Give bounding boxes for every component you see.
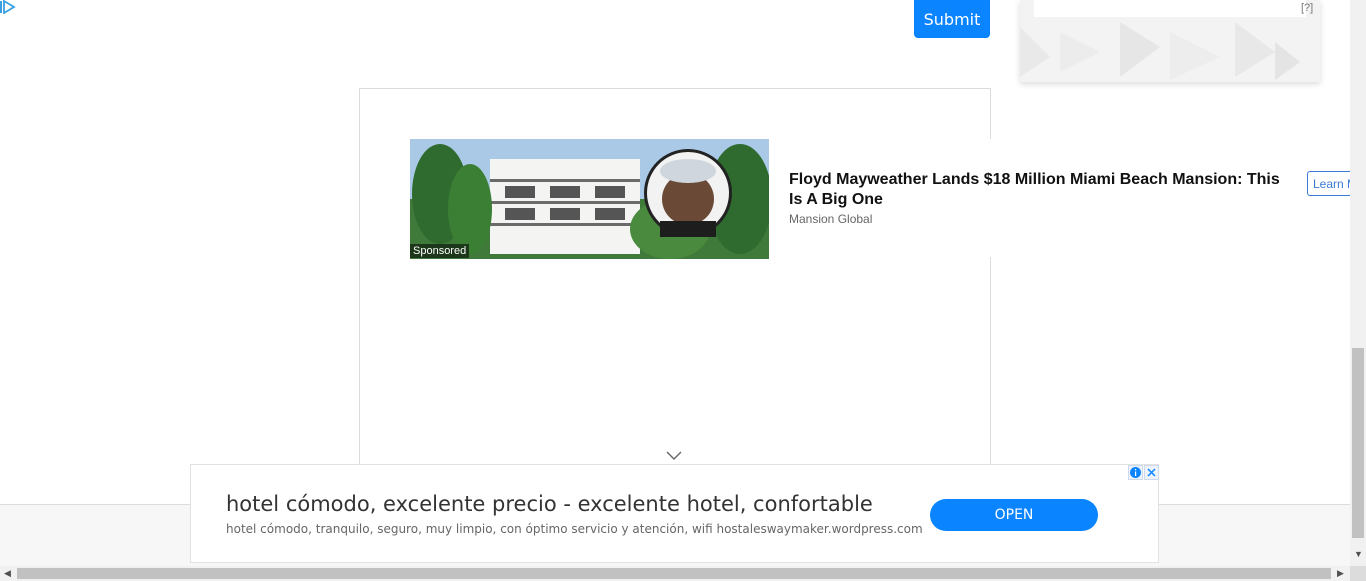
horizontal-scroll-thumb[interactable] bbox=[17, 568, 1331, 579]
sponsored-headline-link[interactable]: Floyd Mayweather Lands $18 Million Miami… bbox=[789, 170, 1289, 210]
info-icon[interactable] bbox=[1128, 465, 1143, 480]
bottom-anchor-ad[interactable]: hotel cómodo, excelente precio - excelen… bbox=[190, 464, 1159, 563]
adchoices-icon[interactable] bbox=[0, 0, 16, 15]
sponsored-source: Mansion Global bbox=[789, 212, 873, 226]
sponsored-image[interactable] bbox=[410, 139, 769, 259]
scroll-down-arrow-icon[interactable]: ▼ bbox=[1354, 549, 1363, 559]
side-ad-banner[interactable]: [?] bbox=[1020, 0, 1320, 82]
mansion-photo bbox=[410, 139, 769, 259]
horizontal-scrollbar[interactable] bbox=[0, 566, 1350, 581]
sponsored-badge: Sponsored bbox=[410, 244, 470, 258]
submit-button[interactable]: Submit bbox=[914, 0, 990, 38]
ad-pattern-graphic bbox=[1020, 22, 1300, 80]
scroll-right-arrow-icon[interactable]: ▶ bbox=[1337, 568, 1344, 578]
close-icon[interactable] bbox=[1144, 465, 1159, 480]
chevron-down-icon[interactable] bbox=[666, 450, 682, 462]
scroll-left-arrow-icon[interactable]: ◀ bbox=[4, 568, 11, 578]
side-ad-strip bbox=[1034, 0, 1306, 17]
ad-open-button[interactable]: OPEN bbox=[930, 499, 1098, 531]
vertical-scrollbar[interactable] bbox=[1350, 0, 1366, 566]
ad-headline[interactable]: hotel cómodo, excelente precio - excelen… bbox=[226, 492, 873, 516]
ad-help-link[interactable]: [?] bbox=[1301, 2, 1313, 14]
vertical-scroll-thumb[interactable] bbox=[1352, 348, 1364, 538]
scroll-corner bbox=[1350, 566, 1366, 581]
ad-description: hotel cómodo, tranquilo, seguro, muy lim… bbox=[226, 522, 923, 536]
